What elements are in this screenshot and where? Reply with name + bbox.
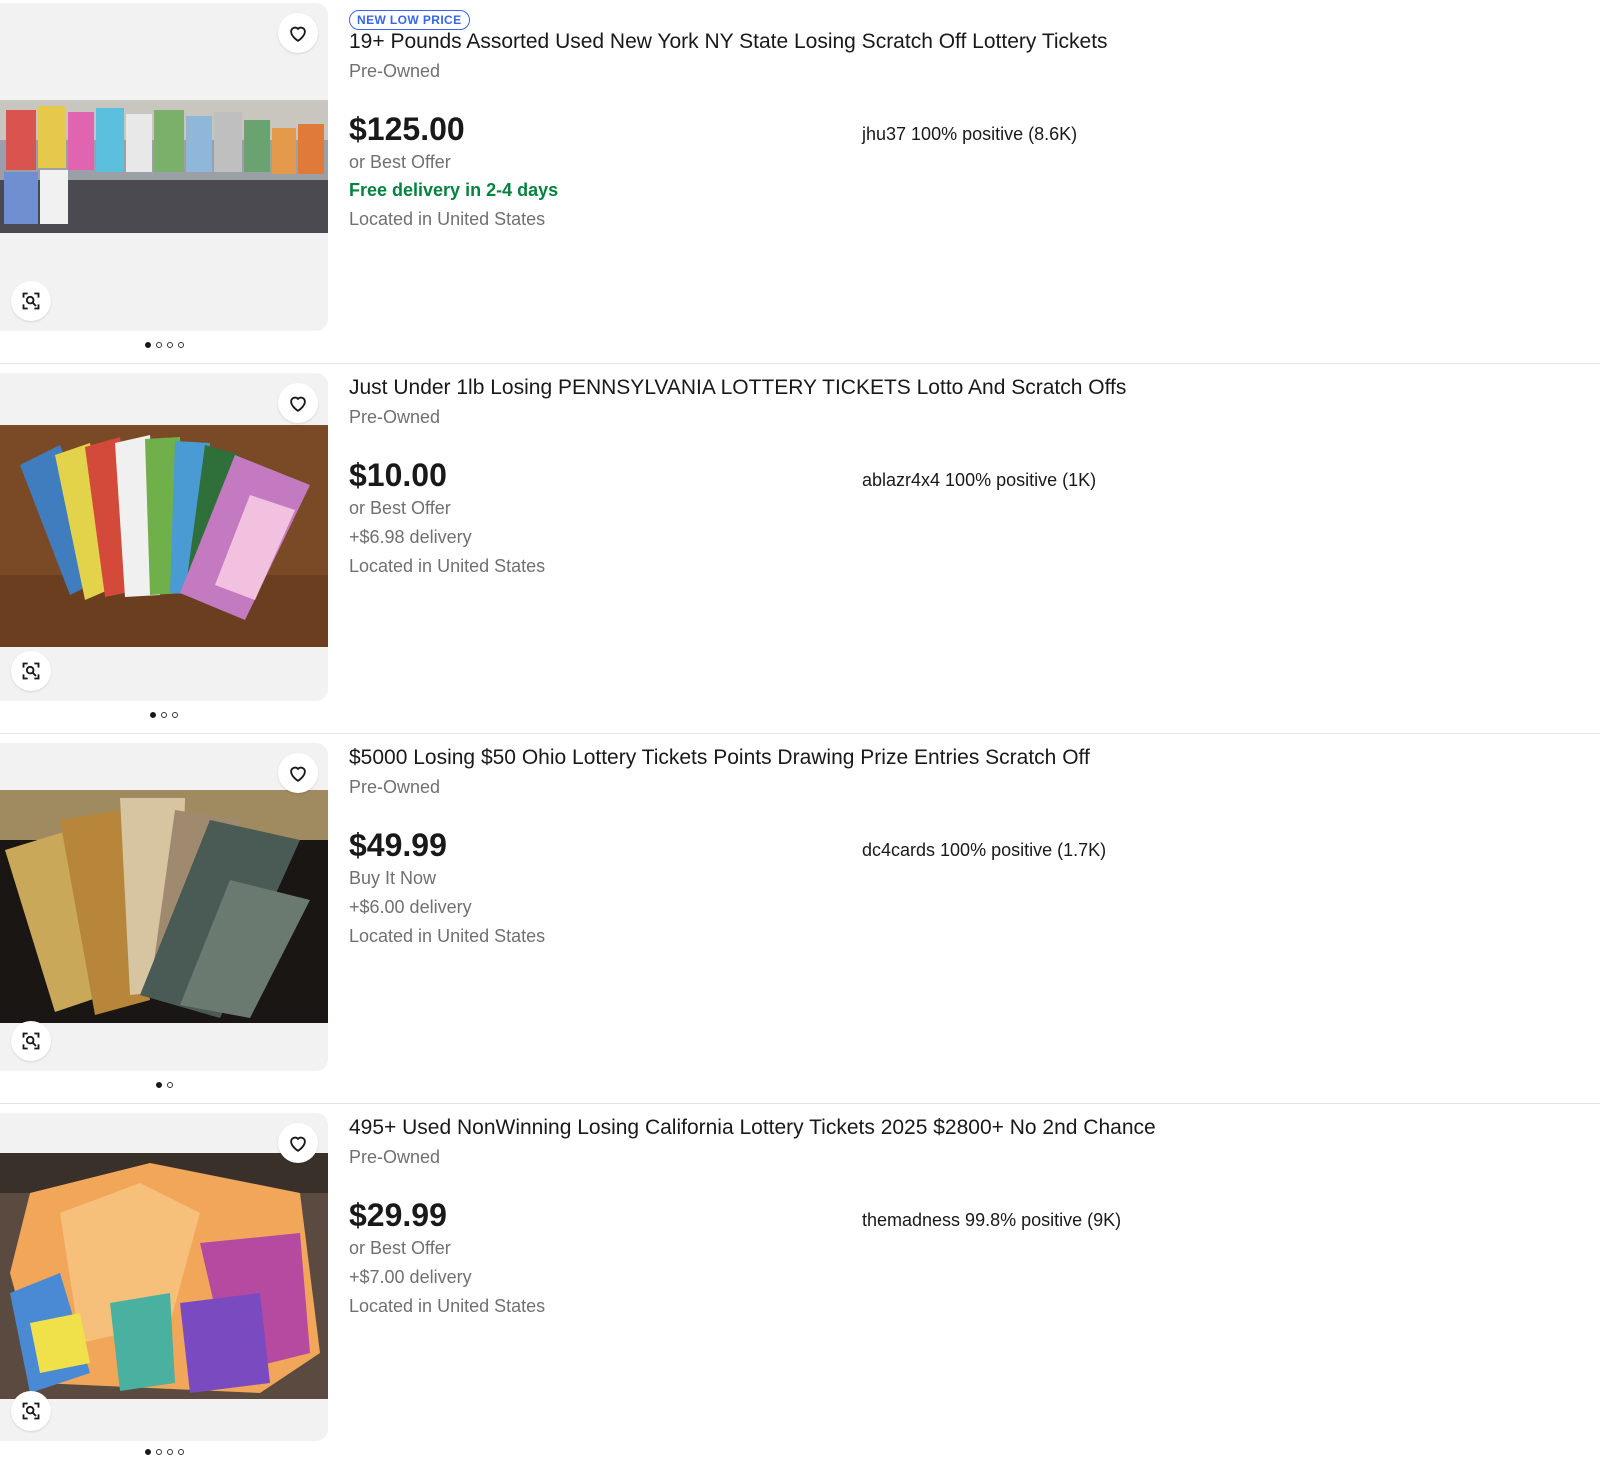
purchase-option: or Best Offer [349, 1238, 451, 1258]
image-dot[interactable] [172, 712, 178, 718]
listing-photo[interactable] [0, 790, 328, 1023]
listing-photo[interactable] [0, 425, 328, 647]
heart-icon [290, 1136, 306, 1152]
new-low-price-badge: NEW LOW PRICE [349, 10, 470, 30]
shipping-info: +$7.00 delivery [349, 1267, 472, 1287]
item-price: $10.00 [349, 457, 447, 493]
image-dot[interactable] [155, 1082, 162, 1088]
shipping-info: +$6.00 delivery [349, 897, 472, 917]
image-search-icon [22, 1032, 40, 1050]
shipping-info: Free delivery in 2-4 days [349, 180, 559, 200]
heart-icon [290, 396, 306, 412]
listing-photo[interactable] [0, 1153, 328, 1399]
listing-title[interactable]: Just Under 1lb Losing PENNSYLVANIA LOTTE… [349, 376, 1126, 400]
seller-info[interactable]: jhu37 100% positive (8.6K) [862, 124, 1077, 145]
image-dot[interactable] [161, 712, 167, 718]
image-dot[interactable] [155, 1449, 162, 1455]
image-dot[interactable] [177, 342, 184, 348]
item-location: Located in United States [349, 556, 546, 576]
image-dot[interactable] [155, 342, 162, 348]
image-dot[interactable] [144, 342, 151, 348]
watch-heart-button[interactable] [278, 13, 318, 53]
item-condition: Pre-Owned [349, 407, 441, 427]
seller-info[interactable]: dc4cards 100% positive (1.7K) [862, 840, 1106, 861]
watch-heart-button[interactable] [278, 383, 318, 423]
item-condition: Pre-Owned [349, 777, 441, 797]
image-dot[interactable] [177, 1449, 184, 1455]
image-pagination-dots [0, 1082, 328, 1088]
purchase-option: or Best Offer [349, 498, 451, 518]
item-location: Located in United States [349, 926, 546, 946]
item-condition: Pre-Owned [349, 1147, 441, 1167]
visual-search-button[interactable] [11, 281, 51, 321]
listing-title[interactable]: 19+ Pounds Assorted Used New York NY Sta… [349, 30, 1108, 54]
shipping-info: +$6.98 delivery [349, 527, 472, 547]
image-pagination-dots [0, 712, 328, 718]
seller-info[interactable]: ablazr4x4 100% positive (1K) [862, 470, 1096, 491]
image-pagination-dots [0, 342, 328, 348]
listing-item: Just Under 1lb Losing PENNSYLVANIA LOTTE… [0, 373, 1600, 743]
purchase-option: Buy It Now [349, 868, 437, 888]
item-price: $125.00 [349, 111, 465, 147]
image-search-icon [22, 662, 40, 680]
heart-icon [290, 766, 306, 782]
listing-image-carousel[interactable] [0, 3, 328, 331]
listing-title[interactable]: $5000 Losing $50 Ohio Lottery Tickets Po… [349, 746, 1090, 770]
image-dot[interactable] [150, 712, 156, 718]
listing-divider [0, 733, 1600, 734]
item-location: Located in United States [349, 209, 546, 229]
visual-search-button[interactable] [11, 1021, 51, 1061]
listing-item: $5000 Losing $50 Ohio Lottery Tickets Po… [0, 743, 1600, 1113]
listing-item: 495+ Used NonWinning Losing California L… [0, 1113, 1600, 1483]
image-dot[interactable] [166, 1449, 173, 1455]
listing-image-carousel[interactable] [0, 373, 328, 701]
image-pagination-dots [0, 1449, 328, 1455]
image-dot[interactable] [166, 342, 173, 348]
item-location: Located in United States [349, 1296, 546, 1316]
image-search-icon [22, 292, 40, 310]
item-price: $49.99 [349, 827, 447, 863]
image-search-icon [22, 1402, 40, 1420]
seller-info[interactable]: themadness 99.8% positive (9K) [862, 1210, 1121, 1231]
listing-divider [0, 1103, 1600, 1104]
item-condition: Pre-Owned [349, 61, 441, 81]
item-price: $29.99 [349, 1197, 447, 1233]
listing-image-carousel[interactable] [0, 1113, 328, 1441]
watch-heart-button[interactable] [278, 753, 318, 793]
listing-photo[interactable] [0, 100, 328, 233]
listing-image-carousel[interactable] [0, 743, 328, 1071]
listing-item: NEW LOW PRICE 19+ Pounds Assorted Used N… [0, 3, 1600, 373]
listing-divider [0, 363, 1600, 364]
visual-search-button[interactable] [11, 1391, 51, 1431]
watch-heart-button[interactable] [278, 1123, 318, 1163]
visual-search-button[interactable] [11, 651, 51, 691]
purchase-option: or Best Offer [349, 152, 451, 172]
listing-title[interactable]: 495+ Used NonWinning Losing California L… [349, 1116, 1156, 1140]
heart-icon [290, 26, 306, 42]
image-dot[interactable] [166, 1082, 173, 1088]
image-dot[interactable] [144, 1449, 151, 1455]
